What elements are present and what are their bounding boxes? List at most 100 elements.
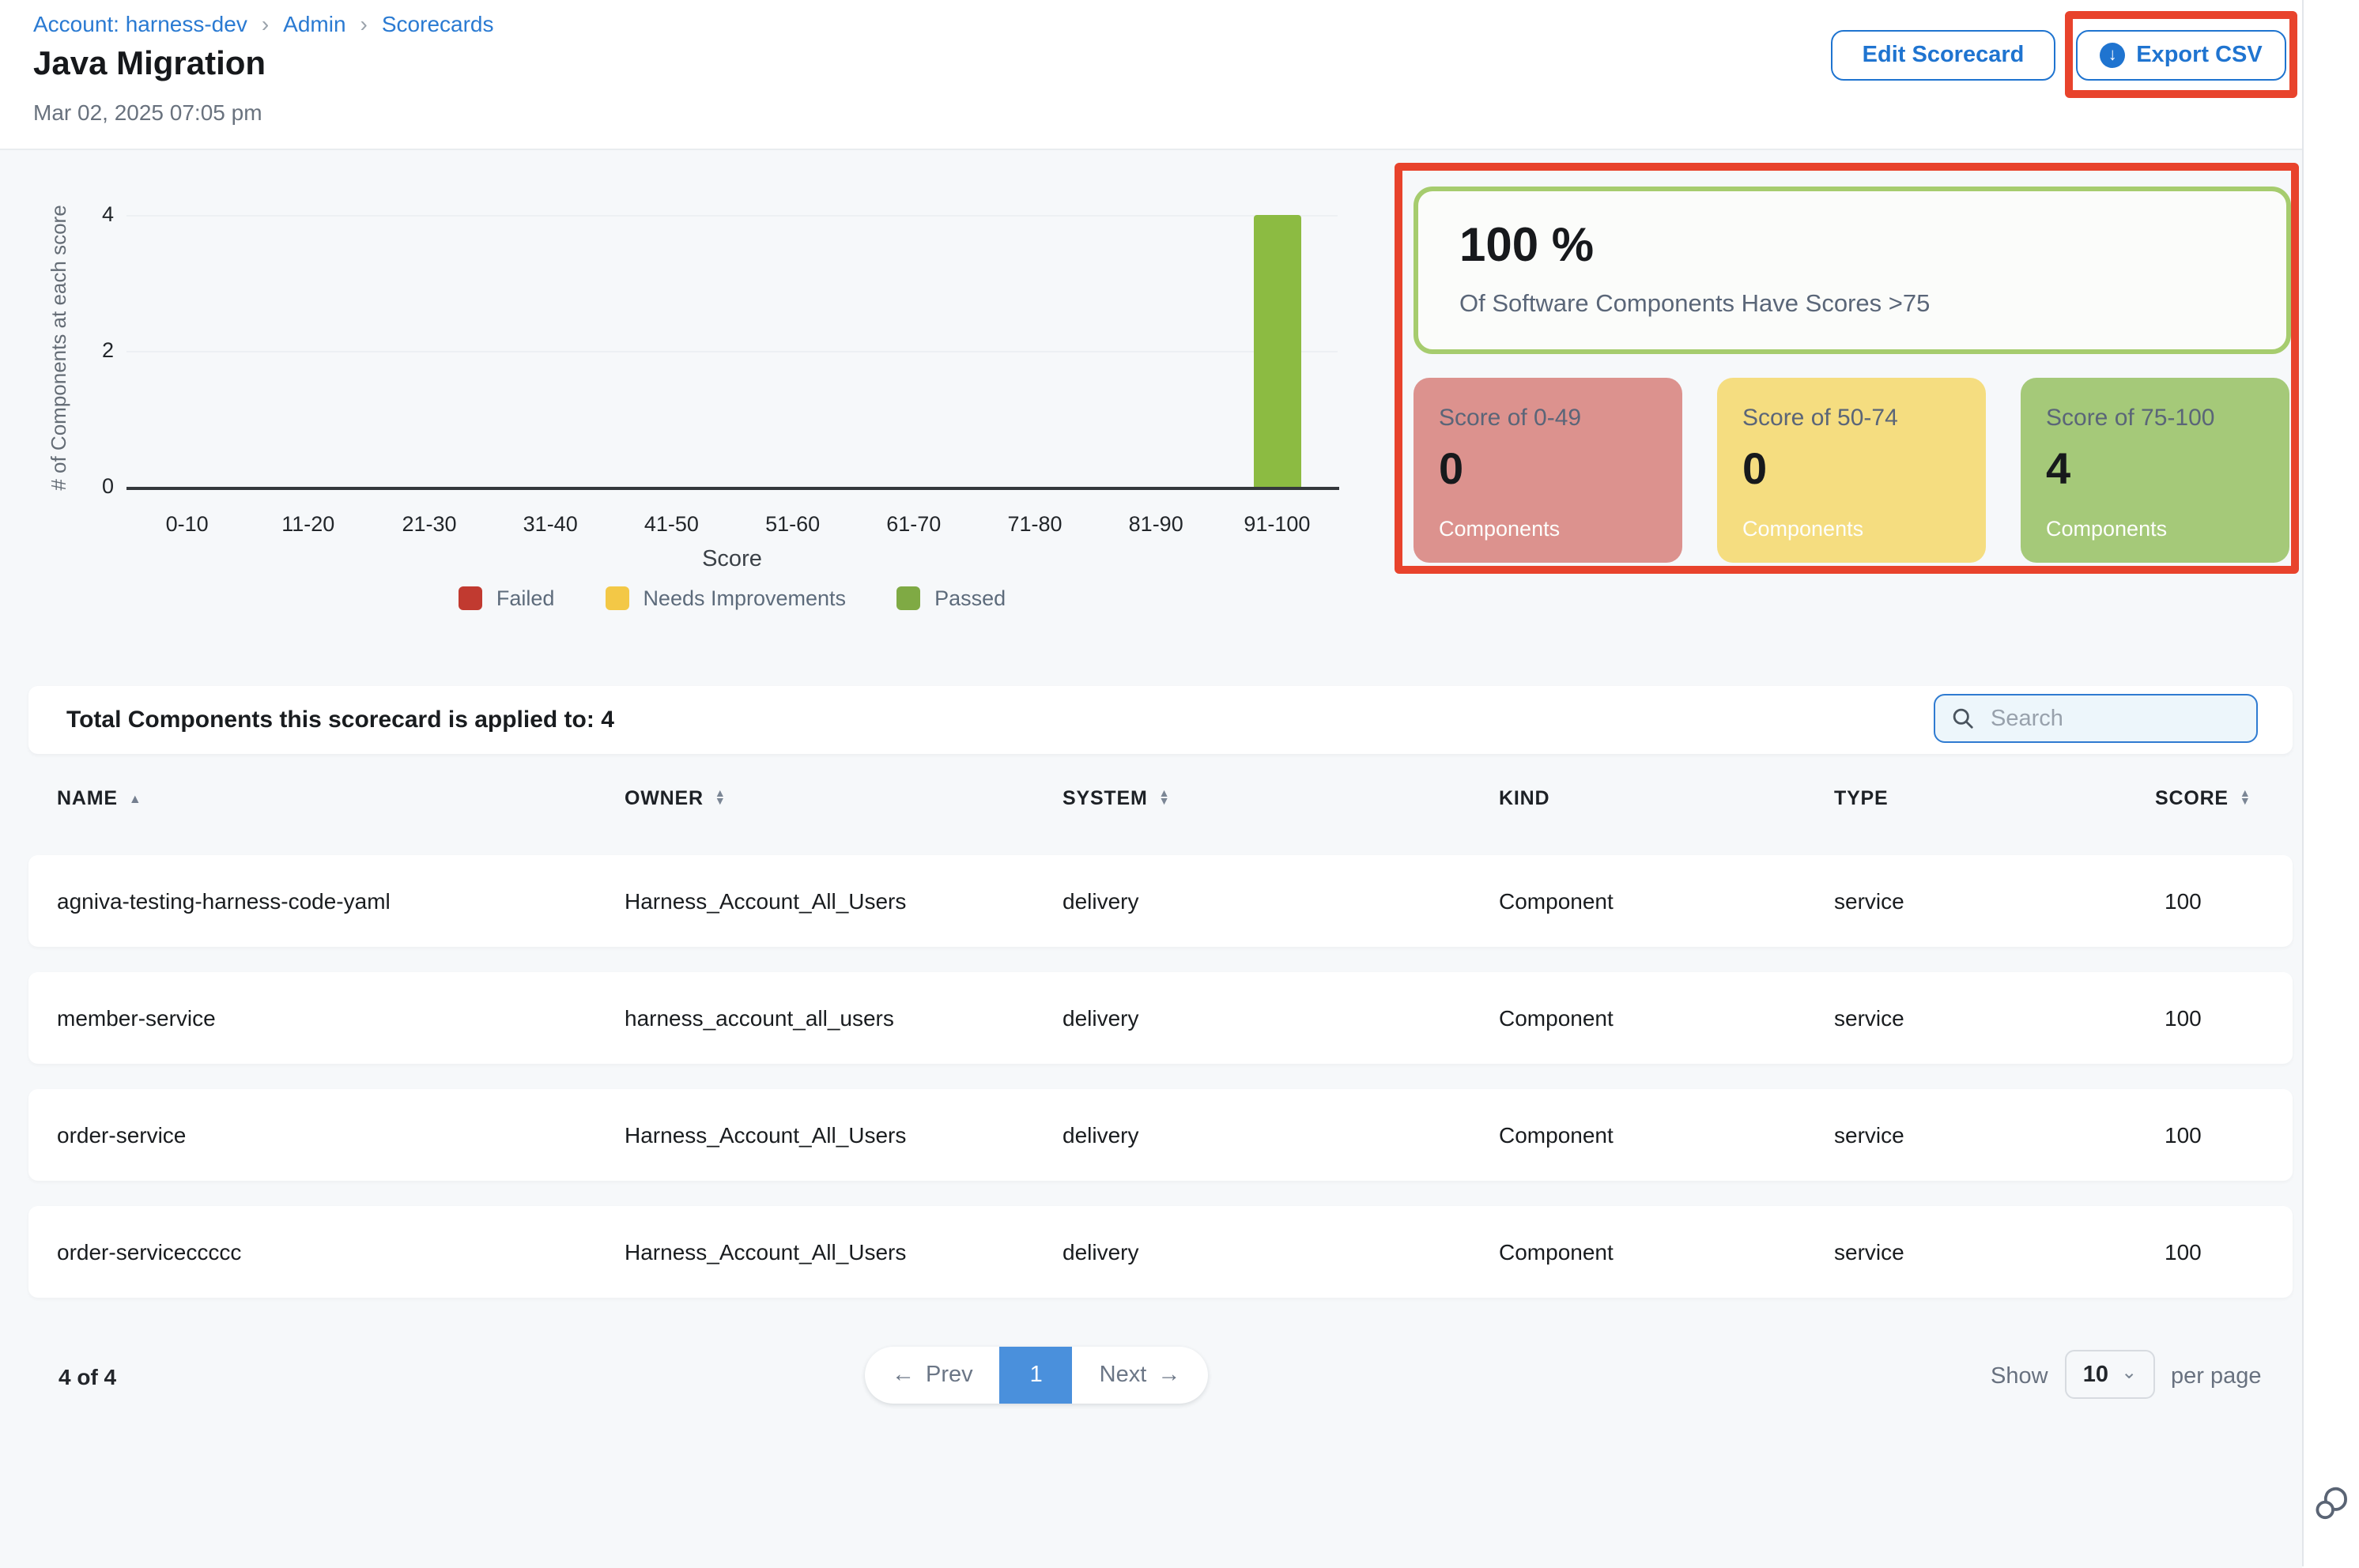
table-cell: harness_account_all_users	[625, 1005, 894, 1031]
chevron-down-icon: ⌄	[2121, 1360, 2137, 1382]
prev-arrow-icon: ←	[892, 1363, 915, 1388]
content-area: # of Components at each score Score Fail…	[0, 149, 2302, 1568]
column-header-kind[interactable]: KIND	[1499, 787, 1549, 809]
column-header-type[interactable]: TYPE	[1834, 787, 1889, 809]
next-label: Next	[1100, 1363, 1147, 1388]
table-cell: member-service	[57, 1005, 216, 1031]
annotation-box-stats	[1395, 163, 2299, 574]
annotation-box-export-csv	[2065, 11, 2297, 98]
breadcrumb-link[interactable]: Admin	[283, 11, 345, 36]
table-cell: Harness_Account_All_Users	[625, 1122, 906, 1148]
chart-gridline	[126, 215, 1338, 217]
legend-item: Needs Improvements	[605, 586, 846, 610]
breadcrumb-link[interactable]: Account: harness-dev	[33, 11, 247, 36]
y-axis-tick-label: 0	[66, 474, 114, 498]
page-title: Java Migration	[33, 46, 266, 84]
prev-label: Prev	[926, 1363, 973, 1388]
column-header-system[interactable]: SYSTEM ▲▼	[1062, 787, 1170, 809]
breadcrumb-link[interactable]: Scorecards	[382, 11, 494, 36]
right-rail	[2302, 0, 2359, 1566]
edit-scorecard-label: Edit Scorecard	[1863, 43, 2025, 68]
page: Account: harness-dev›Admin›Scorecards Ja…	[0, 0, 2359, 1566]
chart-legend: Failed Needs Improvements Passed	[126, 586, 1338, 610]
column-header-label: KIND	[1499, 787, 1549, 809]
column-header-label: SCORE	[2155, 787, 2229, 809]
table-cell: order-serviceccccc	[57, 1239, 241, 1265]
chart-bar	[1253, 215, 1300, 487]
chat-icon[interactable]	[2312, 1483, 2353, 1524]
search-input[interactable]	[1987, 704, 2231, 733]
table-cell: Harness_Account_All_Users	[625, 888, 906, 914]
x-axis-title: Score	[126, 547, 1338, 572]
sort-down-arrow: ▼	[715, 798, 726, 807]
show-label: Show	[1991, 1364, 2048, 1389]
x-axis-tick-label: 91-100	[1217, 512, 1338, 537]
table-row[interactable]: order-serviceHarness_Account_All_Usersde…	[28, 1089, 2293, 1181]
sort-icon: ▲▼	[1159, 790, 1170, 807]
legend-item: Passed	[896, 586, 1006, 610]
edit-scorecard-button[interactable]: Edit Scorecard	[1831, 30, 2055, 81]
x-axis-tick-label: 41-50	[611, 512, 732, 537]
table-cell: 100	[2165, 888, 2202, 914]
table-cell: service	[1834, 888, 1904, 914]
table-title-card: Total Components this scorecard is appli…	[28, 686, 2293, 754]
y-axis-tick-label: 2	[66, 338, 114, 362]
table-row[interactable]: member-service harness_account_all_users d…	[28, 972, 2293, 1064]
table-row[interactable]: agniva-testing-harness-code-yaml Harness_…	[28, 855, 2293, 947]
column-header-owner[interactable]: OWNER ▲▼	[625, 787, 726, 809]
x-axis-tick-label: 51-60	[732, 512, 853, 537]
x-axis-tick-label: 31-40	[490, 512, 611, 537]
legend-label: Needs Improvements	[643, 586, 846, 610]
x-axis-tick-label: 81-90	[1096, 512, 1217, 537]
table-cell: Component	[1499, 1239, 1614, 1265]
breadcrumb-separator-icon: ›	[262, 11, 269, 36]
table-cell: 100	[2165, 1122, 2202, 1148]
table-cell: delivery	[1062, 888, 1139, 914]
breadcrumb: Account: harness-dev›Admin›Scorecards	[33, 11, 494, 36]
x-axis-tick-label: 11-20	[247, 512, 368, 537]
next-arrow-icon: →	[1157, 1363, 1180, 1388]
search-box[interactable]	[1934, 694, 2258, 743]
column-header-label: TYPE	[1834, 787, 1889, 809]
prev-page-button[interactable]: ← Prev	[865, 1347, 1000, 1404]
table-cell: 100	[2165, 1239, 2202, 1265]
next-page-button[interactable]: Next →	[1073, 1347, 1208, 1404]
chart-gridline	[126, 351, 1338, 352]
x-axis-tick-label: 71-80	[974, 512, 1095, 537]
table-cell: Component	[1499, 1005, 1614, 1031]
table-header-row: NAME ▲ OWNER ▲▼ SYSTEM ▲▼ KIND TYPE SCORE▲▼	[28, 787, 2293, 819]
sort-icon: ▲▼	[715, 790, 726, 807]
legend-swatch-icon	[605, 586, 628, 610]
table-cell: service	[1834, 1239, 1904, 1265]
table-cell: delivery	[1062, 1122, 1139, 1148]
pager: ← Prev 1 Next →	[865, 1347, 1207, 1404]
table-cell: delivery	[1062, 1239, 1139, 1265]
table-cell: Harness_Account_All_Users	[625, 1239, 906, 1265]
sort-ascending-icon: ▲	[129, 791, 142, 805]
table-cell: delivery	[1062, 1005, 1139, 1031]
legend-swatch-icon	[459, 586, 482, 610]
table-cell: Component	[1499, 888, 1614, 914]
x-axis-tick-label: 0-10	[126, 512, 247, 537]
page-size-value: 10	[2083, 1362, 2108, 1387]
per-page-label: per page	[2171, 1364, 2262, 1389]
scorecard-timestamp: Mar 02, 2025 07:05 pm	[33, 100, 262, 125]
sort-down-arrow: ▼	[1159, 798, 1170, 807]
table-cell: service	[1834, 1122, 1904, 1148]
column-header-label: SYSTEM	[1062, 787, 1148, 809]
sort-down-arrow: ▼	[2240, 798, 2251, 807]
y-axis-tick-label: 4	[66, 202, 114, 226]
column-header-label: NAME	[57, 787, 118, 809]
page-header: Account: harness-dev›Admin›Scorecards Ja…	[0, 0, 2302, 149]
column-header-score[interactable]: SCORE▲▼	[2155, 787, 2251, 809]
page-size-select[interactable]: 10 ⌄	[2065, 1350, 2155, 1399]
search-icon	[1951, 707, 1975, 730]
column-header-label: OWNER	[625, 787, 704, 809]
table-row[interactable]: order-serviceccccc Harness_Account_All_Us…	[28, 1206, 2293, 1298]
table-cell: Component	[1499, 1122, 1614, 1148]
page-number-button[interactable]: 1	[1000, 1347, 1073, 1404]
x-axis-tick-label: 61-70	[853, 512, 974, 537]
column-header-name[interactable]: NAME ▲	[57, 787, 142, 809]
legend-label: Failed	[496, 586, 555, 610]
table-cell: agniva-testing-harness-code-yaml	[57, 888, 391, 914]
